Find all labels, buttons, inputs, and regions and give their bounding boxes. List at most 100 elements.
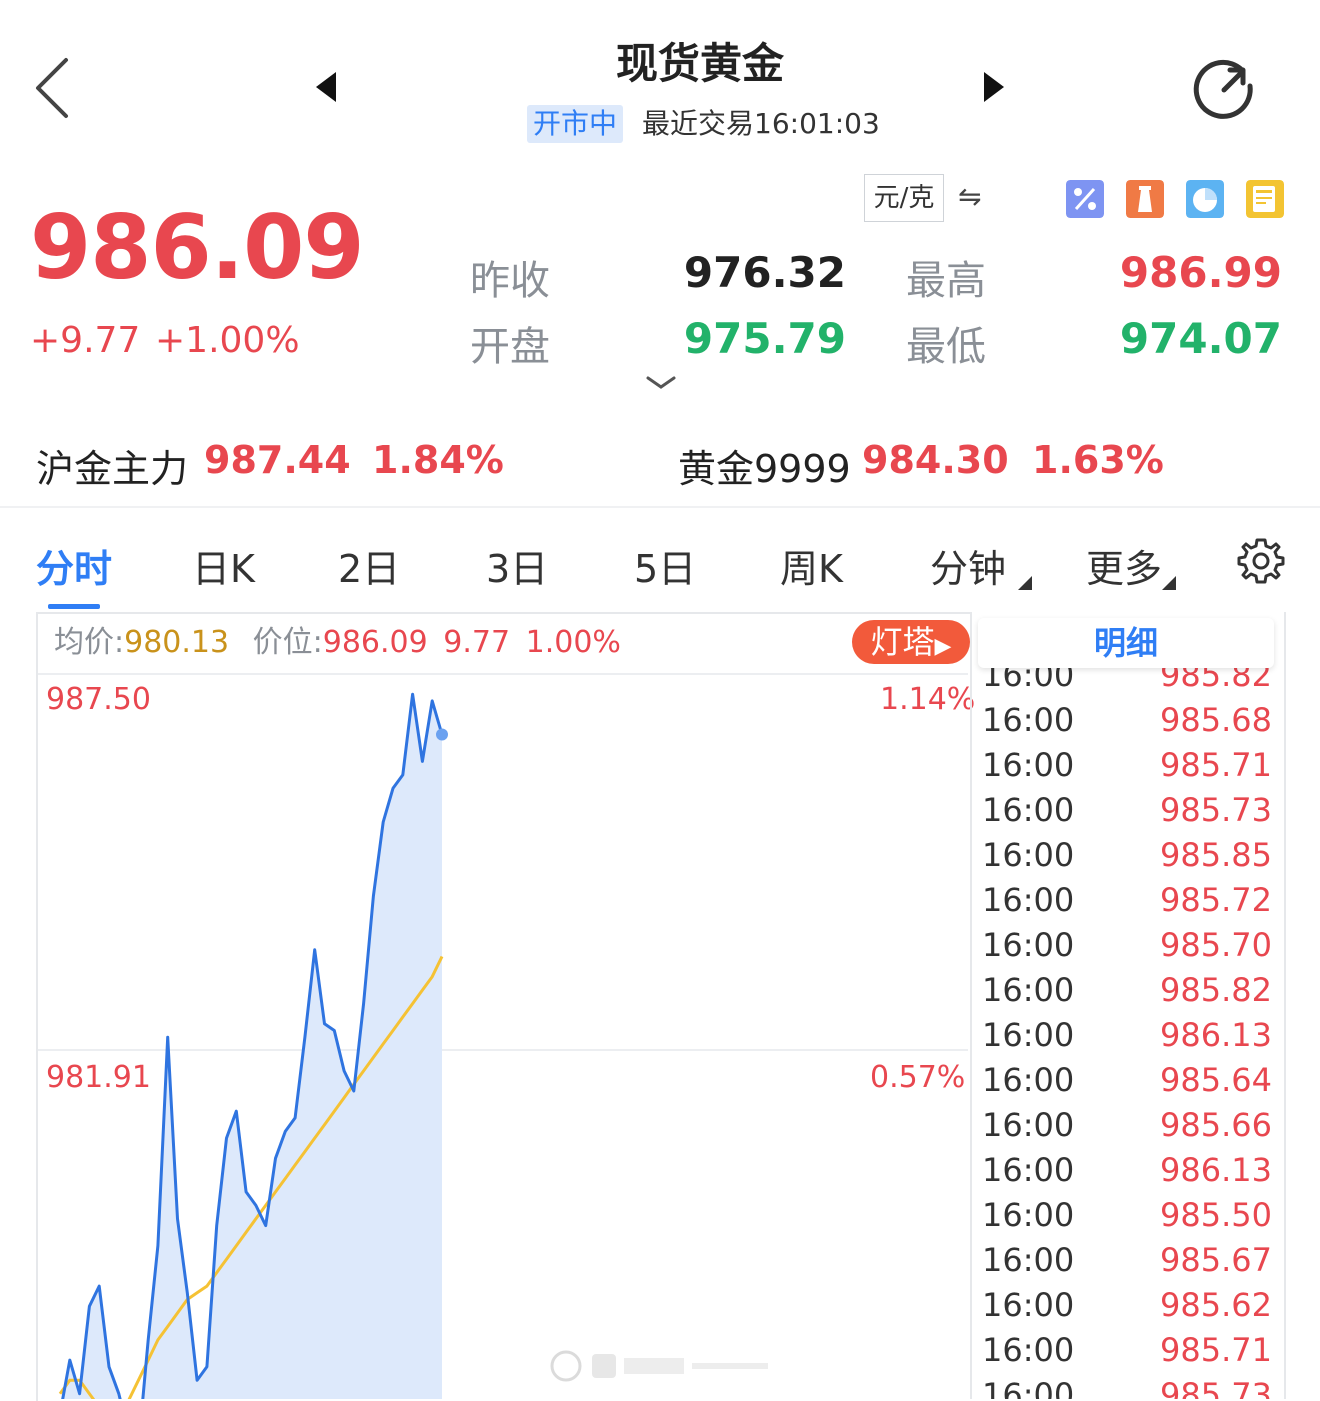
prev-close-value: 976.32 [683,248,846,297]
related-price-au9999: 984.30 [862,438,1009,482]
detail-time: 16:00 [982,1376,1075,1399]
detail-price: 985.50 [1160,1196,1272,1234]
lighthouse-label: 灯塔 [870,623,935,661]
avg-price-label: 均价: [54,625,125,660]
expand-chevron-icon[interactable] [644,374,678,392]
tab-2-day[interactable]: 2日 [338,538,400,593]
detail-time: 16:00 [982,701,1075,739]
high-value: 986.99 [1119,248,1282,297]
detail-price: 985.82 [1160,971,1272,1009]
lighthouse-button[interactable]: 灯塔▶ [852,620,970,664]
detail-time: 16:00 [982,1061,1075,1099]
related-name-au9999[interactable]: 黄金9999 [678,438,851,493]
level-price: 986.09 [322,625,428,660]
level-label: 价位: [252,625,323,660]
detail-price: 985.70 [1160,926,1272,964]
lighthouse-tool-icon[interactable] [1126,180,1164,218]
detail-row: 16:00 986.13 [982,1151,1272,1196]
vip-tool-icon[interactable] [1246,180,1284,218]
intraday-chart[interactable] [38,672,968,1399]
section-divider [0,506,1320,508]
settings-gear-icon[interactable] [1236,536,1286,586]
open-label: 开盘 [470,324,550,370]
detail-time: 16:00 [982,791,1075,829]
high-label: 最高 [906,258,986,304]
play-triangle-icon: ▶ [934,634,952,659]
next-triangle-icon[interactable] [982,70,1006,104]
detail-tab-header[interactable]: 明细 [978,618,1274,668]
detail-price: 985.71 [1160,746,1272,784]
previous-triangle-icon[interactable] [314,70,338,104]
low-label: 最低 [906,324,986,370]
related-pct-au9999: 1.63% [1032,438,1164,482]
last-trade-time: 最近交易16:01:03 [642,107,880,140]
detail-time: 16:00 [982,1331,1075,1369]
tab-more[interactable]: 更多 [1086,538,1162,593]
price-change-percent: +1.00% [155,320,300,361]
unit-selector[interactable]: 元/克 [864,174,944,222]
detail-price: 985.85 [1160,836,1272,874]
detail-price: 985.73 [1160,1376,1272,1399]
tab-intraday[interactable]: 分时 [36,538,112,593]
minute-dropdown-corner-icon [1018,576,1032,590]
detail-row: 16:00 985.71 [982,746,1272,791]
open-value: 975.79 [683,314,846,363]
detail-time: 16:00 [982,1151,1075,1189]
prev-close-label: 昨收 [470,258,550,304]
detail-time: 16:00 [982,836,1075,874]
detail-time: 16:00 [982,1106,1075,1144]
refresh-icon[interactable] [1190,56,1258,124]
pct-axis-mid-label: 0.57% [870,1060,966,1095]
tab-weekly-k[interactable]: 周K [780,538,843,593]
low-value: 974.07 [1119,314,1282,363]
price-change: +9.77 [30,320,141,361]
related-price-shfe: 987.44 [204,438,351,482]
percent-tool-icon[interactable] [1066,180,1104,218]
detail-price: 986.13 [1160,1016,1272,1054]
detail-price: 985.67 [1160,1241,1272,1279]
current-price-dot [436,728,448,741]
detail-row: 16:00 985.62 [982,1286,1272,1331]
detail-time: 16:00 [982,746,1075,784]
detail-row: 16:00 985.70 [982,926,1272,971]
related-name-shfe[interactable]: 沪金主力 [36,438,188,493]
market-status-badge: 开市中 [527,105,624,143]
detail-time: 16:00 [982,926,1075,964]
detail-row: 16:00 985.73 [982,1376,1272,1399]
watermark-logo [550,1350,768,1382]
detail-row: 16:00 985.68 [982,701,1272,746]
back-arrow-icon[interactable] [28,56,78,120]
tab-daily-k[interactable]: 日K [192,538,255,593]
tab-5-day[interactable]: 5日 [634,538,696,593]
tab-3-day[interactable]: 3日 [486,538,548,593]
swap-unit-icon[interactable]: ⇋ [958,180,981,213]
detail-price: 985.66 [1160,1106,1272,1144]
detail-price: 986.13 [1160,1151,1272,1189]
level-change: 9.77 [443,625,511,660]
detail-time: 16:00 [982,1286,1075,1324]
detail-row: 16:00 985.64 [982,1061,1272,1106]
detail-row: 16:00 985.66 [982,1106,1272,1151]
pct-axis-top-label: 1.14% [880,682,976,717]
chart-info-bar: 均价:980.13 价位:986.09 9.77 1.00% [38,614,850,670]
detail-time: 16:00 [982,881,1075,919]
detail-row: 16:00 985.50 [982,1196,1272,1241]
detail-price: 985.71 [1160,1331,1272,1369]
detail-price: 985.64 [1160,1061,1272,1099]
current-price: 986.09 [30,196,365,299]
detail-time: 16:00 [982,1241,1075,1279]
y-axis-top-label: 987.50 [46,682,151,717]
detail-time: 16:00 [982,971,1075,1009]
pie-chart-tool-icon[interactable] [1186,180,1224,218]
detail-price: 985.62 [1160,1286,1272,1324]
detail-row: 16:00 985.73 [982,791,1272,836]
tab-minute[interactable]: 分钟 [930,538,1006,593]
detail-row: 16:00 985.71 [982,1331,1272,1376]
detail-row: 16:00 985.82 [982,971,1272,1016]
page-title: 现货黄金 [615,39,784,88]
avg-price-value: 980.13 [124,625,230,660]
more-dropdown-corner-icon [1162,576,1176,590]
detail-time: 16:00 [982,1196,1075,1234]
trade-detail-panel[interactable]: 16:00 985.82 16:00 985.68 16:00 985.71 16:00 98… [970,612,1286,1399]
detail-price: 985.72 [1160,881,1272,919]
